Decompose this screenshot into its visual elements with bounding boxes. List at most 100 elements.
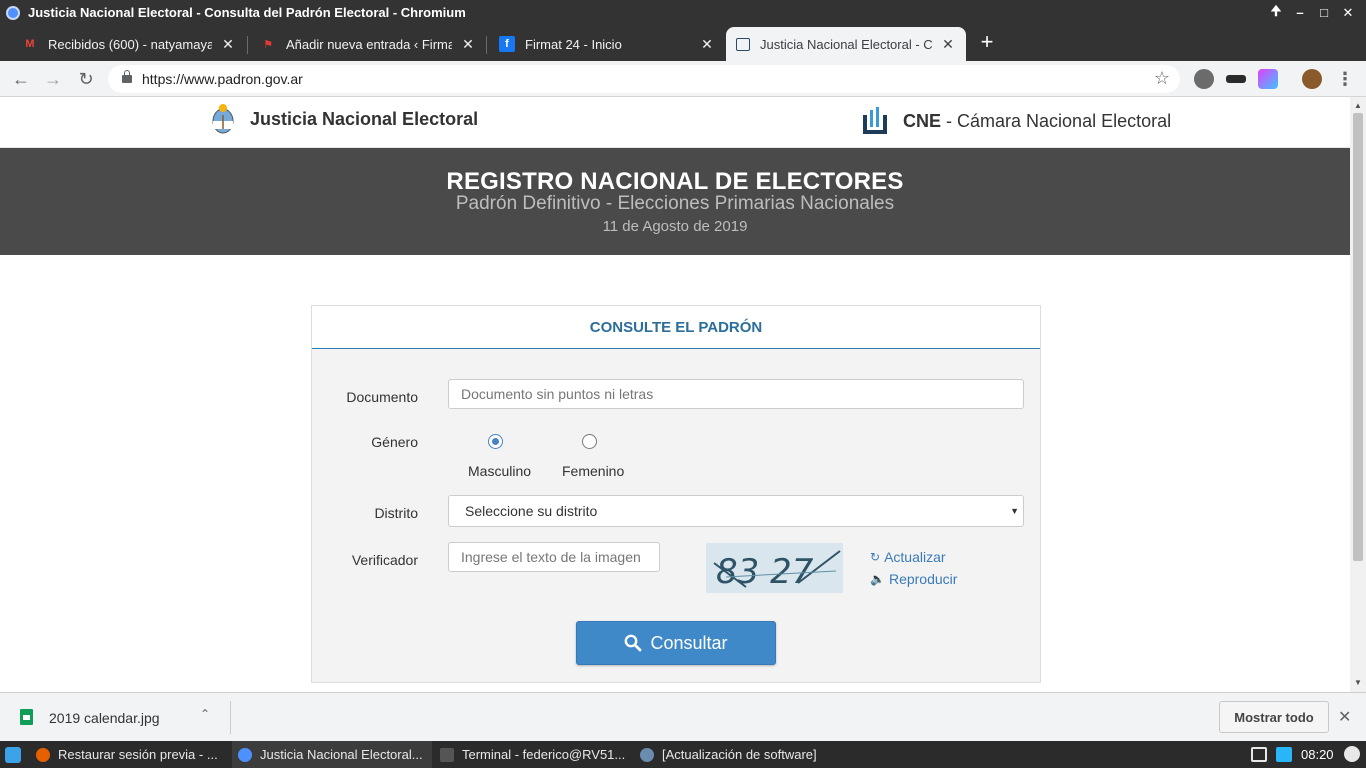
os-taskbar: Restaurar sesión previa - ... Justicia N… <box>0 741 1366 768</box>
clock[interactable]: 08:20 <box>1301 747 1334 762</box>
panel-heading: CONSULTE EL PADRÓN <box>312 306 1040 349</box>
task-label: [Actualización de software] <box>662 747 817 762</box>
task-label: Terminal - federico@RV51... <box>462 747 626 762</box>
shelf-divider <box>230 701 231 734</box>
lock-icon <box>122 70 132 83</box>
show-all-button[interactable]: Mostrar todo <box>1219 701 1329 733</box>
task-chromium[interactable]: Justicia Nacional Electoral... <box>232 741 432 768</box>
maximize-icon[interactable]: □ <box>1312 5 1336 20</box>
tab-padron[interactable]: Justicia Nacional Electoral - Co ✕ <box>726 27 966 61</box>
task-firefox[interactable]: Restaurar sesión previa - ... <box>30 741 230 768</box>
tab-label: Firmat 24 - Inicio <box>525 36 622 52</box>
page-scrollbar[interactable]: ▲ ▼ <box>1350 97 1366 692</box>
distrito-label: Distrito <box>374 505 418 521</box>
extension-square-icon[interactable] <box>1258 69 1278 89</box>
minimize-icon[interactable]: – <box>1288 5 1312 20</box>
tab-wordpress[interactable]: ⚑ Añadir nueva entrada ‹ Firmat ✕ <box>250 27 486 61</box>
chromium-icon <box>6 5 20 20</box>
red-flag-icon: ⚑ <box>263 38 273 51</box>
whisker-menu-icon[interactable] <box>5 747 21 763</box>
tab-separator <box>247 36 248 54</box>
tab-label: Añadir nueva entrada ‹ Firmat <box>286 36 452 52</box>
brand-left-name: Justicia Nacional Electoral <box>250 108 479 129</box>
cne-logo-icon <box>863 107 887 134</box>
documento-input[interactable]: Documento sin puntos ni letras <box>448 379 1024 409</box>
genero-label: Género <box>371 434 418 450</box>
brand-right-name: CNE - Cámara Nacional Electoral <box>903 111 1171 132</box>
banner-subtitle: Padrón Definitivo - Elecciones Primarias… <box>455 193 895 214</box>
facebook-icon: f <box>499 36 515 52</box>
page-icon <box>736 37 750 51</box>
scroll-down-icon[interactable]: ▼ <box>1350 676 1366 690</box>
captcha-text: 83 27 <box>716 552 814 592</box>
site-header: Justicia Nacional Electoral CNE - Cámara… <box>0 97 1350 148</box>
close-tab-icon[interactable]: ✕ <box>699 36 715 53</box>
actualizar-link[interactable]: ↻ Actualizar <box>870 549 946 565</box>
scrollbar-thumb[interactable] <box>1353 113 1363 561</box>
close-window-icon[interactable]: ✕ <box>1336 5 1360 21</box>
profile-avatar[interactable] <box>1302 69 1322 89</box>
chat-tray-icon[interactable] <box>1276 747 1292 762</box>
brand-right-rest: - Cámara Nacional Electoral <box>941 110 1172 131</box>
radio-masculino-label[interactable]: Masculino <box>468 463 531 479</box>
tab-label: Recibidos (600) - natyamayada <box>48 36 212 52</box>
page-viewport: Justicia Nacional Electoral CNE - Cámara… <box>0 97 1350 692</box>
close-tab-icon[interactable]: ✕ <box>940 36 956 53</box>
new-tab-button[interactable]: + <box>976 31 998 53</box>
argentina-coat-of-arms-icon <box>212 104 234 134</box>
consultar-button[interactable]: Consultar <box>576 621 776 665</box>
reproducir-label: Reproducir <box>888 571 958 587</box>
tab-facebook[interactable]: f Firmat 24 - Inicio ✕ <box>489 27 725 61</box>
software-update-icon <box>640 747 654 762</box>
terminal-icon <box>440 747 454 762</box>
incognito-glasses-icon[interactable] <box>1226 75 1246 83</box>
reproducir-link[interactable]: 🔈 Reproducir <box>870 571 957 587</box>
dropdown-caret-icon: ▼ <box>1010 506 1019 516</box>
radio-femenino[interactable] <box>582 434 597 449</box>
address-bar[interactable]: https://www.padron.gov.ar ☆ <box>108 65 1180 93</box>
radio-masculino[interactable] <box>488 434 503 449</box>
reload-icon[interactable]: ↻ <box>74 67 98 91</box>
search-icon <box>625 634 642 652</box>
download-shelf: 2019 calendar.jpg ⌃ Mostrar todo ✕ <box>0 692 1366 741</box>
bookmark-star-icon[interactable]: ☆ <box>1154 68 1170 89</box>
tab-separator <box>486 36 487 54</box>
brand-justicia[interactable]: Justicia Nacional Electoral <box>210 103 478 135</box>
tab-label: Justicia Nacional Electoral - Co <box>760 36 932 52</box>
banner-title: REGISTRO NACIONAL DE ELECTORES <box>446 168 904 195</box>
close-tab-icon[interactable]: ✕ <box>460 36 476 53</box>
banner-date: 11 de Agosto de 2019 <box>602 218 748 235</box>
close-tab-icon[interactable]: ✕ <box>220 36 236 53</box>
firefox-icon <box>36 747 50 762</box>
forward-icon[interactable]: → <box>41 67 65 91</box>
refresh-icon: ↻ <box>870 550 881 564</box>
chevron-up-icon[interactable]: ⌃ <box>200 707 210 721</box>
keep-above-icon[interactable]: 🠉 <box>1264 2 1288 24</box>
image-file-icon <box>20 709 33 725</box>
brand-right-bold: CNE <box>903 110 942 131</box>
brand-cne[interactable]: CNE - Cámara Nacional Electoral <box>862 107 1171 135</box>
back-icon[interactable]: ← <box>9 67 33 91</box>
captcha-image: 83 27 <box>706 543 843 593</box>
distrito-select[interactable]: Seleccione su distrito ▼ <box>448 495 1024 527</box>
extension-gear-icon[interactable] <box>1194 69 1214 89</box>
verificador-input[interactable]: Ingrese el texto de la imagen <box>448 542 660 572</box>
actualizar-label: Actualizar <box>884 549 946 565</box>
display-tray-icon[interactable] <box>1251 747 1267 762</box>
browser-menu-icon[interactable]: ⋮ <box>1336 68 1354 90</box>
window-titlebar: Justicia Nacional Electoral - Consulta d… <box>0 0 1366 25</box>
task-software-update[interactable]: [Actualización de software] <box>634 741 834 768</box>
chromium-icon <box>238 747 252 762</box>
download-filename[interactable]: 2019 calendar.jpg <box>49 710 160 726</box>
close-shelf-icon[interactable]: ✕ <box>1338 707 1351 727</box>
gmail-icon: M <box>25 38 35 50</box>
task-terminal[interactable]: Terminal - federico@RV51... <box>434 741 634 768</box>
url-text: https://www.padron.gov.ar <box>142 71 303 87</box>
radio-femenino-label[interactable]: Femenino <box>562 463 624 479</box>
task-label: Restaurar sesión previa - ... <box>58 747 218 762</box>
tab-strip: M Recibidos (600) - natyamayada ✕ ⚑ Añad… <box>0 25 1366 61</box>
tab-gmail[interactable]: M Recibidos (600) - natyamayada ✕ <box>12 27 246 61</box>
task-label: Justicia Nacional Electoral... <box>260 747 423 762</box>
power-icon[interactable] <box>1344 746 1360 762</box>
scroll-up-icon[interactable]: ▲ <box>1350 99 1366 113</box>
